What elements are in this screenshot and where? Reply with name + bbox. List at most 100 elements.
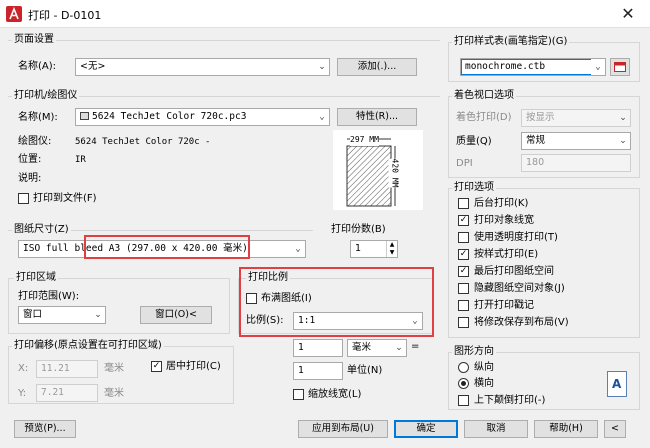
plot-option-checkbox[interactable]	[458, 198, 469, 209]
portrait-label: 纵向	[474, 362, 494, 373]
printer-name-dropdown[interactable]: 5624 TechJet Color 720c.pc3 ⌄	[75, 108, 330, 126]
chevron-down-icon: ⌄	[392, 340, 406, 356]
plotter-value: 5624 TechJet Color 720c -	[75, 137, 211, 147]
spinner-icon[interactable]: ▲ ▼	[386, 241, 397, 257]
offset-y-input[interactable]: 7.21	[36, 384, 98, 402]
plot-option-label: 最后打印图纸空间	[474, 266, 554, 277]
scale-unit-dropdown[interactable]: 毫米 ⌄	[347, 339, 407, 357]
plot-style-dropdown[interactable]: monochrome.ctb ⌄	[460, 58, 606, 76]
offset-y-label: Y:	[18, 388, 27, 399]
plot-options-title: 打印选项	[452, 182, 496, 194]
collapse-button[interactable]: <	[604, 420, 626, 438]
edit-plot-style-button[interactable]	[610, 58, 630, 76]
printer-name-label: 名称(M):	[18, 112, 58, 123]
plot-option-label: 按样式打印(E)	[474, 249, 539, 260]
paper-preview-height: 420 MM	[388, 158, 401, 188]
page-setup-name-dropdown[interactable]: <无> ⌄	[75, 58, 330, 76]
plot-option-checkbox[interactable]: ✓	[458, 249, 469, 260]
title-bar: 打印 - D-0101 ✕	[0, 0, 650, 28]
chevron-down-icon: ⌄	[616, 110, 630, 126]
center-plot-checkbox[interactable]: ✓	[151, 361, 162, 372]
plot-style-value: monochrome.ctb	[465, 61, 546, 72]
print-to-file-checkbox[interactable]	[18, 193, 29, 204]
quality-dropdown[interactable]: 常规 ⌄	[521, 132, 631, 150]
scale-unit-value: 毫米	[352, 342, 372, 353]
paper-size-title: 图纸尺寸(Z)	[12, 224, 71, 236]
upside-down-checkbox[interactable]	[458, 395, 469, 406]
chevron-down-icon: ⌄	[315, 59, 329, 75]
portrait-radio[interactable]	[458, 362, 469, 373]
printer-properties-button[interactable]: 特性(R)...	[337, 108, 417, 126]
chevron-down-icon: ⌄	[291, 241, 305, 257]
plot-option-label: 后台打印(K)	[474, 198, 529, 209]
autocad-app-icon	[6, 6, 22, 22]
ok-button[interactable]: 确定	[394, 420, 458, 438]
plot-range-label: 打印范围(W):	[18, 291, 80, 302]
preview-button[interactable]: 预览(P)...	[14, 420, 76, 438]
plot-option-checkbox[interactable]: ✓	[458, 266, 469, 277]
help-button[interactable]: 帮助(H)	[534, 420, 598, 438]
orientation-title: 图形方向	[452, 346, 496, 358]
orientation-page-icon: A	[607, 371, 627, 397]
plot-style-title: 打印样式表(画笔指定)(G)	[452, 36, 570, 48]
plotter-label: 绘图仪:	[18, 136, 52, 147]
offset-y-unit: 毫米	[104, 388, 124, 399]
scale-lineweights-checkbox[interactable]	[293, 389, 304, 400]
plot-option-checkbox[interactable]	[458, 283, 469, 294]
plot-option-checkbox[interactable]	[458, 232, 469, 243]
quality-value: 常规	[526, 135, 546, 146]
dpi-label: DPI	[456, 158, 473, 169]
window-select-button[interactable]: 窗口(O)<	[140, 306, 212, 324]
plot-offset-title: 打印偏移(原点设置在可打印区域)	[12, 340, 164, 352]
plot-option-checkbox[interactable]	[458, 300, 469, 311]
close-icon[interactable]: ✕	[614, 3, 642, 25]
scale-equals: =	[411, 341, 420, 352]
chevron-down-icon: ⌄	[91, 307, 105, 323]
print-to-file-label: 打印到文件(F)	[33, 193, 97, 204]
copies-title: 打印份数(B)	[329, 224, 388, 236]
page-setup-name-label: 名称(A):	[18, 61, 57, 72]
offset-x-input[interactable]: 11.21	[36, 360, 98, 378]
plot-range-value: 窗口	[23, 309, 43, 320]
dpi-input[interactable]: 180	[521, 154, 631, 172]
plot-option-checkbox[interactable]: ✓	[458, 215, 469, 226]
window-title: 打印 - D-0101	[28, 9, 102, 22]
plot-area-title: 打印区域	[14, 272, 58, 284]
shaded-plot-dropdown[interactable]: 按显示 ⌄	[521, 109, 631, 127]
scale-value1-input[interactable]: 1	[293, 339, 343, 357]
location-label: 位置:	[18, 154, 42, 165]
offset-x-label: X:	[18, 363, 29, 374]
edit-style-icon	[614, 62, 626, 72]
center-plot-label: 居中打印(C)	[166, 361, 221, 372]
page-setup-name-value: <无>	[80, 61, 106, 72]
copies-value: 1	[355, 243, 362, 254]
plot-option-label: 隐藏图纸空间对象(J)	[474, 283, 565, 294]
plot-options-group	[448, 188, 640, 338]
printer-name-value: 5624 TechJet Color 720c.pc3	[92, 111, 247, 122]
quality-label: 质量(Q)	[456, 136, 492, 147]
copies-input[interactable]: 1 ▲ ▼	[350, 240, 398, 258]
cancel-button[interactable]: 取消	[464, 420, 528, 438]
add-page-setup-button[interactable]: 添加(.)...	[337, 58, 417, 76]
paper-size-highlight	[84, 235, 250, 259]
apply-to-layout-button[interactable]: 应用到布局(U)	[298, 420, 388, 438]
scale-lineweights-label: 缩放线宽(L)	[308, 389, 362, 400]
page-setup-title: 页面设置	[12, 34, 56, 46]
scale-value2-input[interactable]: 1	[293, 362, 343, 380]
plot-range-dropdown[interactable]: 窗口 ⌄	[18, 306, 106, 324]
printer-icon	[80, 112, 89, 120]
offset-x-unit: 毫米	[104, 363, 124, 374]
location-value: IR	[75, 155, 86, 165]
upside-down-label: 上下颠倒打印(-)	[474, 395, 546, 406]
printer-group-title: 打印机/绘图仪	[12, 90, 80, 102]
plot-option-checkbox[interactable]	[458, 317, 469, 328]
plot-option-label: 将修改保存到布局(V)	[474, 317, 569, 328]
landscape-label: 横向	[474, 378, 494, 389]
chevron-down-icon: ⌄	[315, 109, 329, 125]
plot-option-label: 使用透明度打印(T)	[474, 232, 558, 243]
landscape-radio[interactable]	[458, 378, 469, 389]
orientation-letter: A	[612, 377, 622, 391]
chevron-down-icon: ⌄	[616, 133, 630, 149]
plot-option-label: 打印对象线宽	[474, 215, 534, 226]
shaded-plot-label: 着色打印(D)	[456, 112, 512, 123]
